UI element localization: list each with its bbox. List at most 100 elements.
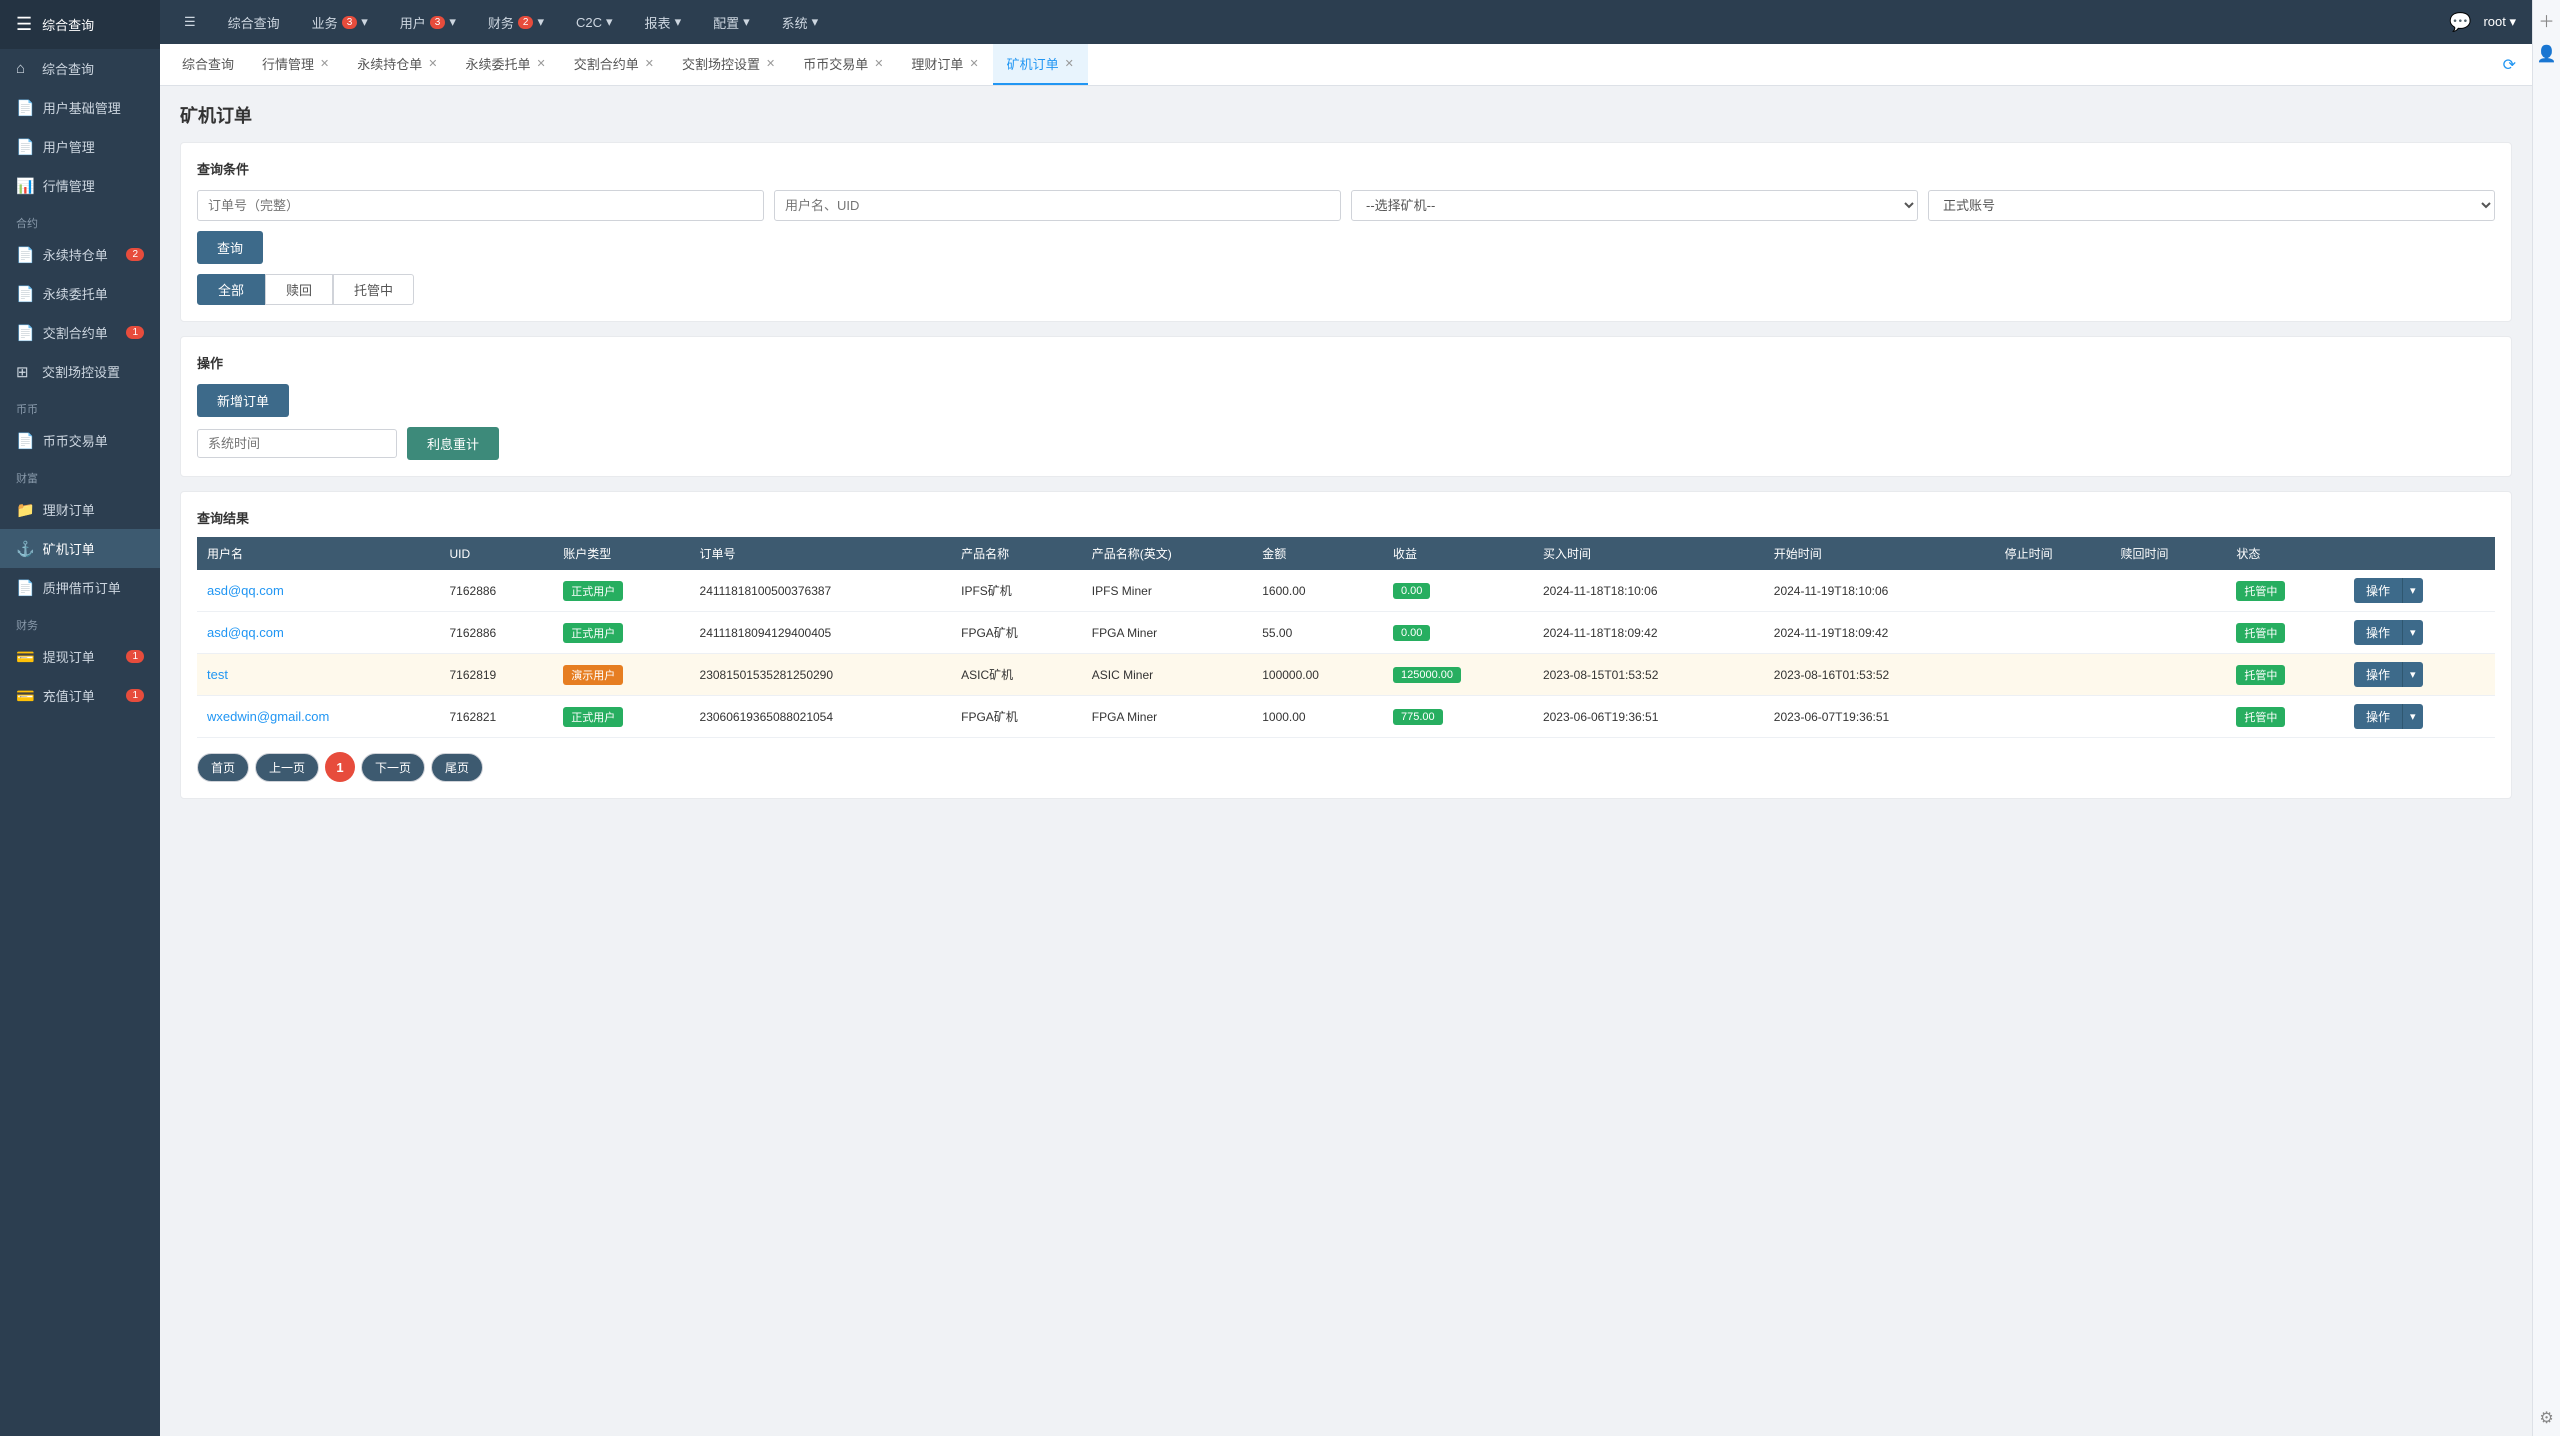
topnav-item-综合查询[interactable]: 综合查询 <box>220 13 288 32</box>
action-button[interactable]: 操作 <box>2354 662 2402 687</box>
miner-select[interactable]: --选择矿机-- IPFS矿机 FPGA矿机 ASIC矿机 <box>1351 190 1918 221</box>
search-row-1: --选择矿机-- IPFS矿机 FPGA矿机 ASIC矿机 正式账号 演示账号 <box>197 190 2495 221</box>
tab-close-交割场控设置[interactable]: ✕ <box>766 57 775 70</box>
topnav-item-C2C[interactable]: C2C ▾ <box>568 14 621 30</box>
tab-综合查询[interactable]: 综合查询 <box>168 44 248 85</box>
chat-icon[interactable]: 💬 <box>2449 12 2471 33</box>
tab-close-行情管理[interactable]: ✕ <box>320 57 329 70</box>
cell-stop-time <box>1995 612 2111 654</box>
filter-tab-hosting[interactable]: 托管中 <box>333 274 414 305</box>
sidebar-item-行情管理[interactable]: 📊 行情管理 <box>0 166 160 205</box>
tab-close-交割合约单[interactable]: ✕ <box>645 57 654 70</box>
filter-tab-redeemed[interactable]: 赎回 <box>265 274 333 305</box>
tab-交割场控设置[interactable]: 交割场控设置 ✕ <box>668 44 789 85</box>
action-dropdown-button[interactable]: ▾ <box>2402 704 2423 729</box>
username-link[interactable]: test <box>207 667 228 682</box>
username-link[interactable]: wxedwin@gmail.com <box>207 709 329 724</box>
sidebar-item-交割场控设置[interactable]: ⊞ 交割场控设置 <box>0 352 160 391</box>
tab-行情管理[interactable]: 行情管理 ✕ <box>248 44 343 85</box>
action-dropdown-button[interactable]: ▾ <box>2402 662 2423 687</box>
sidebar-item-理财订单[interactable]: 📁 理财订单 <box>0 490 160 529</box>
action-btn-group: 操作 ▾ <box>2354 578 2485 603</box>
topnav-user[interactable]: root ▾ <box>2483 14 2516 30</box>
cell-buy-time: 2024-11-18T18:09:42 <box>1533 612 1764 654</box>
page-last-button[interactable]: 尾页 <box>431 753 483 782</box>
cell-account-type: 正式用户 <box>553 570 689 612</box>
search-section-label: 查询条件 <box>197 159 2495 178</box>
status-badge: 托管中 <box>2236 665 2285 685</box>
sidebar-item-label: 质押借币订单 <box>43 578 121 597</box>
cell-order-no: 2411181810050037638​7 <box>690 570 952 612</box>
sidebar-item-用户管理[interactable]: 📄 用户管理 <box>0 127 160 166</box>
col-amount: 金额 <box>1252 537 1383 570</box>
tab-close-矿机订单[interactable]: ✕ <box>1065 57 1074 70</box>
sidebar-item-提现订单[interactable]: 💳 提现订单 1 <box>0 637 160 676</box>
sidebar-item-充值订单[interactable]: 💳 充值订单 1 <box>0 676 160 715</box>
new-order-button[interactable]: 新增订单 <box>197 384 289 417</box>
topnav-menu[interactable]: ☰ <box>176 14 204 30</box>
plus-icon[interactable]: ＋ <box>2538 8 2554 32</box>
tab-理财订单[interactable]: 理财订单 ✕ <box>897 44 992 85</box>
tab-永续持仓单[interactable]: 永续持仓单 ✕ <box>343 44 451 85</box>
tab-close-币币交易单[interactable]: ✕ <box>874 57 883 70</box>
col-redeem-time: 赎回时间 <box>2110 537 2226 570</box>
tab-币币交易单[interactable]: 币币交易单 ✕ <box>789 44 897 85</box>
table-header-row: 用户名 UID 账户类型 订单号 产品名称 产品名称(英文) 金额 收益 买入时… <box>197 537 2495 570</box>
sidebar-item-矿机订单[interactable]: ⚓ 矿机订单 <box>0 529 160 568</box>
username-link[interactable]: asd@qq.com <box>207 583 284 598</box>
topnav-item-财务[interactable]: 财务 2 ▾ <box>480 13 552 32</box>
refresh-icon[interactable]: ⟳ <box>2495 55 2524 75</box>
username-uid-input[interactable] <box>774 190 1341 221</box>
page-next-button[interactable]: 下一页 <box>361 753 425 782</box>
sidebar-item-永续持仓单[interactable]: 📄 永续持仓单 2 <box>0 235 160 274</box>
topnav-label: 系统 <box>782 13 808 32</box>
username-link[interactable]: asd@qq.com <box>207 625 284 640</box>
system-time-input[interactable] <box>197 429 397 458</box>
cell-status: 托管中 <box>2226 612 2344 654</box>
order-number-input[interactable] <box>197 190 764 221</box>
sidebar-item-用户基础管理[interactable]: 📄 用户基础管理 <box>0 88 160 127</box>
account-type-select[interactable]: 正式账号 演示账号 <box>1928 190 2495 221</box>
topnav-item-用户[interactable]: 用户 3 ▾ <box>392 13 464 32</box>
tab-永续委托单[interactable]: 永续委托单 ✕ <box>451 44 559 85</box>
topnav-item-配置[interactable]: 配置 ▾ <box>705 13 758 32</box>
action-dropdown-button[interactable]: ▾ <box>2402 578 2423 603</box>
filter-tab-all[interactable]: 全部 <box>197 274 265 305</box>
sidebar-item-永续委托单[interactable]: 📄 永续委托单 <box>0 274 160 313</box>
sidebar-item-label: 用户基础管理 <box>43 98 121 117</box>
cell-buy-time: 2023-08-15T01:53:52 <box>1533 654 1764 696</box>
recalc-button[interactable]: 利息重计 <box>407 427 499 460</box>
cell-action: 操作 ▾ <box>2344 570 2495 612</box>
action-dropdown-button[interactable]: ▾ <box>2402 620 2423 645</box>
menu-icon: ☰ <box>16 14 32 35</box>
settings-icon[interactable]: ⚙ <box>2539 1408 2553 1428</box>
action-button[interactable]: 操作 <box>2354 620 2402 645</box>
topnav-item-业务[interactable]: 业务 3 ▾ <box>304 13 376 32</box>
tab-交割合约单[interactable]: 交割合约单 ✕ <box>560 44 668 85</box>
sidebar-item-币币交易单[interactable]: 📄 币币交易单 <box>0 421 160 460</box>
cell-action: 操作 ▾ <box>2344 696 2495 738</box>
action-button[interactable]: 操作 <box>2354 578 2402 603</box>
search-button[interactable]: 查询 <box>197 231 263 264</box>
tab-close-永续持仓单[interactable]: ✕ <box>428 57 437 70</box>
sidebar-item-综合查询[interactable]: ⌂ 综合查询 <box>0 49 160 88</box>
topnav-item-报表[interactable]: 报表 ▾ <box>637 13 690 32</box>
tab-close-理财订单[interactable]: ✕ <box>969 57 978 70</box>
tab-矿机订单[interactable]: 矿机订单 ✕ <box>993 44 1088 85</box>
action-button[interactable]: 操作 <box>2354 704 2402 729</box>
cell-buy-time: 2023-06-06T19:36:51 <box>1533 696 1764 738</box>
status-badge: 托管中 <box>2236 581 2285 601</box>
tab-label: 永续持仓单 <box>357 54 422 73</box>
cell-order-no: 2411181809412940040​5 <box>690 612 952 654</box>
sidebar-item-交割合约单[interactable]: 📄 交割合约单 1 <box>0 313 160 352</box>
sidebar-header[interactable]: ☰ 综合查询 <box>0 0 160 49</box>
cell-status: 托管中 <box>2226 654 2344 696</box>
tab-close-永续委托单[interactable]: ✕ <box>537 57 546 70</box>
sidebar-item-质押借币订单[interactable]: 📄 质押借币订单 <box>0 568 160 607</box>
sidebar-item-label: 综合查询 <box>42 59 94 78</box>
page-first-button[interactable]: 首页 <box>197 753 249 782</box>
revenue-badge: 775.00 <box>1393 709 1443 725</box>
topnav-item-系统[interactable]: 系统 ▾ <box>774 13 827 32</box>
user-avatar-icon[interactable]: 👤 <box>2537 44 2557 64</box>
page-prev-button[interactable]: 上一页 <box>255 753 319 782</box>
